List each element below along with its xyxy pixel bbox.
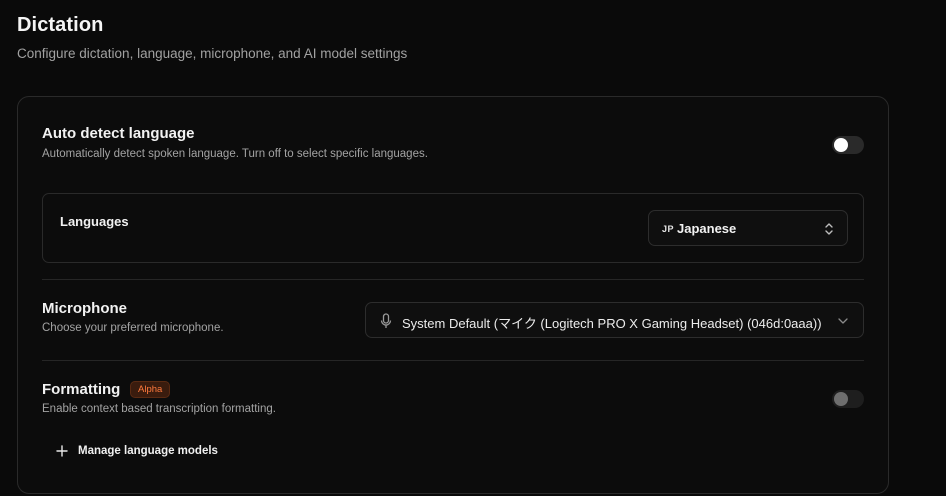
microphone-description: Choose your preferred microphone. [42,322,224,334]
microphone-selected-value: System Default (マイク (Logitech PRO X Gami… [402,316,822,331]
divider [42,360,864,361]
microphone-select[interactable]: System Default (マイク (Logitech PRO X Gami… [365,302,864,338]
auto-detect-toggle[interactable] [832,136,864,154]
manage-language-models-label: Manage language models [78,445,218,457]
toggle-knob [834,138,848,152]
dictation-settings-page: Dictation Configure dictation, language,… [0,0,946,496]
microphone-icon [380,313,392,328]
auto-detect-title: Auto detect language [42,125,195,142]
divider [42,279,864,280]
languages-label: Languages [60,214,129,229]
page-title: Dictation [17,14,104,36]
microphone-title: Microphone [42,300,127,317]
language-code: JP [662,224,675,234]
toggle-knob [834,392,848,406]
formatting-description: Enable context based transcription forma… [42,403,276,415]
settings-card: Auto detect language Automatically detec… [17,96,889,494]
formatting-title: Formatting [42,381,121,398]
manage-language-models-button[interactable]: Manage language models [56,441,218,461]
page-subtitle: Configure dictation, language, microphon… [17,46,408,61]
language-name: Japanese [677,221,737,236]
chevron-down-icon [838,318,848,324]
auto-detect-description: Automatically detect spoken language. Tu… [42,148,428,160]
language-select[interactable]: JP Japanese [648,210,848,246]
languages-section: Languages JP Japanese [42,193,864,263]
chevron-up-down-icon [825,223,833,235]
alpha-badge: Alpha [130,381,171,398]
plus-icon [56,445,68,457]
formatting-toggle[interactable] [832,390,864,408]
